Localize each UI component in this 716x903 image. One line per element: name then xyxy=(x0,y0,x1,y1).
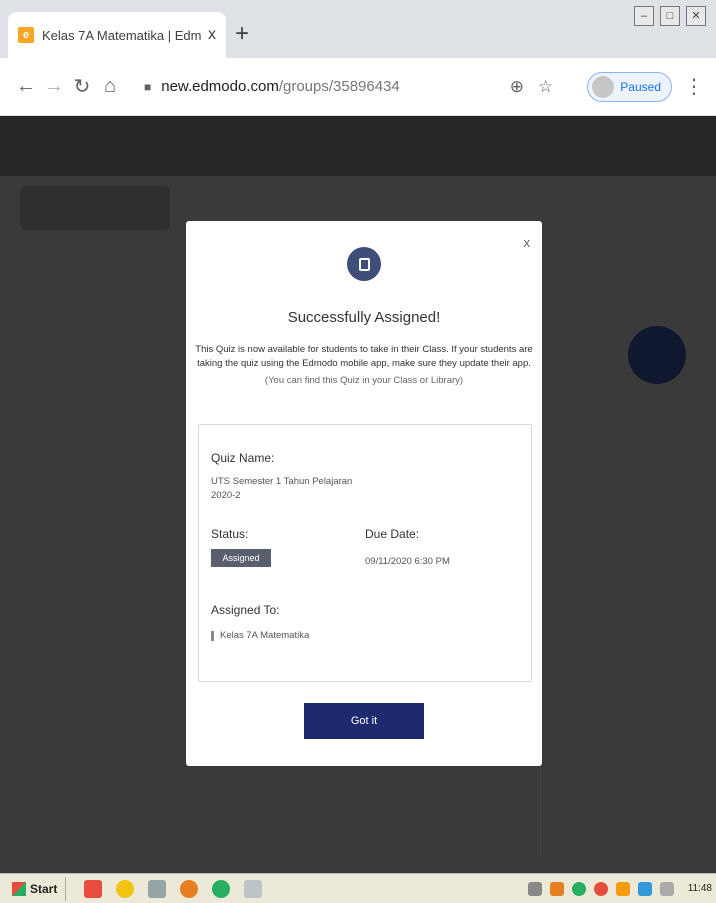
browser-tab-bar: e Kelas 7A Matematika | Edmodo x + – □ ✕ xyxy=(0,0,716,58)
start-button[interactable]: Start xyxy=(4,876,67,901)
quiz-name-value: UTS Semester 1 Tahun Pelajaran 2020-2 xyxy=(211,476,353,501)
new-tab-button[interactable]: + xyxy=(235,20,249,48)
app-icon[interactable] xyxy=(84,879,103,898)
sidebar-button xyxy=(20,186,170,230)
chrome-active-icon[interactable] xyxy=(212,879,231,898)
bookmark-star-icon[interactable]: ☆ xyxy=(538,77,553,97)
quiz-icon xyxy=(347,247,381,281)
tab-title: Kelas 7A Matematika | Edmodo xyxy=(42,27,202,43)
tray-app-icon[interactable] xyxy=(593,881,608,896)
assigned-to-label: Assigned To: xyxy=(211,603,280,617)
browser-toolbar: ← → ↻ ⌂ ■ new.edmodo.com/groups/35896434… xyxy=(0,58,716,116)
clock: 11:48 xyxy=(687,883,712,894)
assigned-dialog: x Successfully Assigned! This Quiz is no… xyxy=(186,221,542,766)
address-bar[interactable]: ■ new.edmodo.com/groups/35896434 ⊕ ☆ xyxy=(134,68,564,105)
reload-icon[interactable]: ↻ xyxy=(68,74,96,99)
taskbar: Start 11:48 xyxy=(0,873,716,903)
profile-status: Paused xyxy=(620,79,661,94)
close-icon[interactable]: x xyxy=(524,235,531,250)
quiz-info-card: Quiz Name: UTS Semester 1 Tahun Pelajara… xyxy=(198,424,532,682)
edmodo-favicon-icon: e xyxy=(18,27,34,43)
opera-icon[interactable] xyxy=(180,879,199,898)
home-icon[interactable]: ⌂ xyxy=(96,75,124,98)
lock-icon[interactable]: ■ xyxy=(144,80,151,94)
forward-arrow-icon[interactable]: → xyxy=(40,75,68,98)
due-date-label: Due Date: xyxy=(365,527,420,541)
edmodo-navbar xyxy=(0,116,716,176)
dialog-hint: (You can find this Quiz in your Class or… xyxy=(264,375,464,386)
class-color-icon xyxy=(211,630,214,641)
tray-app-icon[interactable] xyxy=(615,881,630,896)
document-icon[interactable] xyxy=(244,879,263,898)
url-text[interactable]: new.edmodo.com/groups/35896434 xyxy=(161,78,496,95)
back-arrow-icon[interactable]: ← xyxy=(12,75,40,98)
maximize-icon[interactable]: □ xyxy=(660,6,680,26)
zoom-icon[interactable]: ⊕ xyxy=(510,77,524,97)
due-date-value: 09/11/2020 6:30 PM xyxy=(365,556,450,567)
folder-icon[interactable] xyxy=(148,879,167,898)
assigned-class-name: Kelas 7A Matematika xyxy=(220,630,310,641)
chrome-icon[interactable] xyxy=(116,879,135,898)
window-close-icon[interactable]: ✕ xyxy=(686,6,706,26)
assigned-class: Kelas 7A Matematika xyxy=(211,630,309,641)
right-panel-background xyxy=(540,416,690,856)
sidebar xyxy=(20,186,170,250)
windows-flag-icon xyxy=(12,881,26,896)
dialog-title: Successfully Assigned! xyxy=(287,309,441,326)
status-badge: Assigned xyxy=(211,549,271,567)
more-menu-icon[interactable]: ⋮ xyxy=(684,74,704,99)
volume-icon[interactable] xyxy=(659,881,674,896)
keyboard-icon[interactable] xyxy=(527,881,542,896)
tab-close-icon[interactable]: x xyxy=(208,26,216,44)
tray-app-icon[interactable] xyxy=(549,881,564,896)
post-button-background xyxy=(628,326,686,384)
window-controls: – □ ✕ xyxy=(634,6,706,26)
network-icon[interactable] xyxy=(637,881,652,896)
dialog-message: This Quiz is now available for students … xyxy=(195,344,533,369)
tray-app-icon[interactable] xyxy=(571,881,586,896)
got-it-button[interactable]: Got it xyxy=(304,703,424,739)
avatar xyxy=(592,75,615,98)
browser-tab[interactable]: e Kelas 7A Matematika | Edmodo x xyxy=(8,12,226,58)
status-label: Status: xyxy=(211,527,249,541)
quiz-name-label: Quiz Name: xyxy=(211,451,275,465)
minimize-icon[interactable]: – xyxy=(634,6,654,26)
system-tray: 11:48 xyxy=(527,881,712,896)
taskbar-apps xyxy=(84,879,263,898)
profile-paused-button[interactable]: Paused xyxy=(587,71,672,102)
